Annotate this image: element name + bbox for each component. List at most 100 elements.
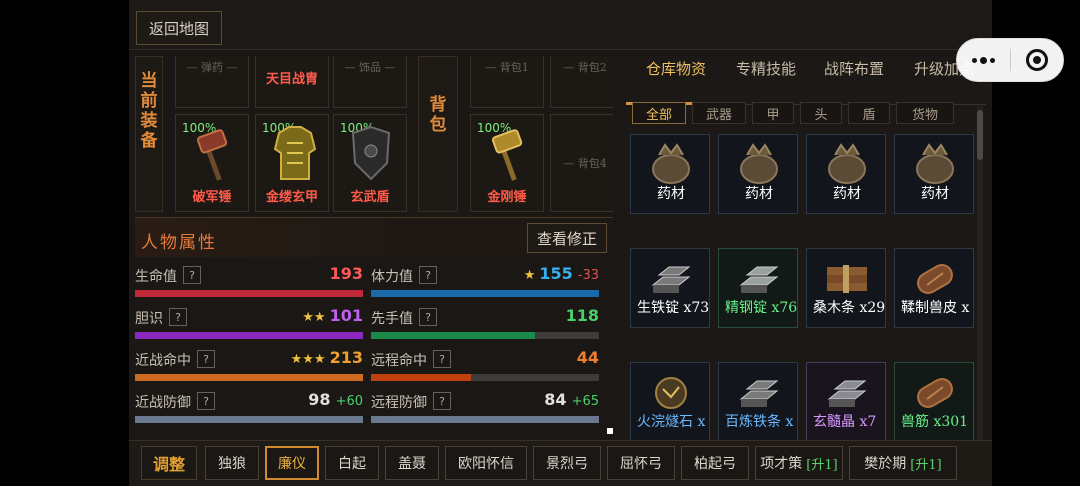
herb-bag-icon	[740, 143, 778, 184]
inventory-item-name: 鞣制兽皮 x	[901, 300, 970, 316]
stat-label: 体力值	[371, 269, 413, 285]
stat-number: 44	[576, 348, 599, 367]
inventory-item[interactable]: 生铁锭 x73	[630, 248, 710, 328]
more-icon[interactable]	[957, 38, 1010, 82]
help-icon[interactable]: ?	[419, 266, 437, 284]
inventory-item[interactable]: 百炼铁条 x	[718, 362, 798, 440]
empty-slot-label: — 背包4	[563, 157, 607, 170]
general-button[interactable]: 屈怀弓	[607, 446, 675, 480]
equip-slot-shield[interactable]: 100% 玄武盾	[333, 114, 407, 212]
inventory-item[interactable]: 鞣制兽皮 x	[894, 248, 974, 328]
stat-bar-fill	[135, 290, 363, 297]
general-name: 盖聂	[398, 456, 426, 472]
hammer-icon	[491, 129, 523, 181]
inventory-item[interactable]: 药材	[630, 134, 710, 214]
stat-value: 98 +60	[308, 390, 363, 409]
stat-label: 近战命中	[135, 353, 191, 369]
general-button[interactable]: 白起	[325, 446, 379, 480]
general-button[interactable]: 樊於期 [升1]	[849, 446, 957, 480]
help-icon[interactable]: ?	[197, 392, 215, 410]
armor-icon	[273, 126, 317, 180]
inventory-item[interactable]: 药材	[806, 134, 886, 214]
iron-ingot-icon	[651, 266, 691, 293]
inventory-item-name: 药材	[657, 186, 685, 202]
wood-bundle-icon	[827, 265, 867, 293]
general-name: 廉仪	[278, 456, 306, 472]
help-icon[interactable]: ?	[433, 392, 451, 410]
stat-value: 84 +65	[544, 390, 599, 409]
general-button[interactable]: 欧阳怀信	[445, 446, 527, 480]
item-name: 金缕玄甲	[265, 190, 318, 205]
general-name: 屈怀弓	[620, 456, 662, 472]
adjust-button[interactable]: 调整	[141, 446, 197, 480]
stat-label: 胆识	[135, 311, 163, 327]
filter-weapon[interactable]: 武器	[692, 102, 746, 124]
inventory-item-name: 百炼铁条 x	[725, 414, 794, 430]
general-button[interactable]: 项才策 [升1]	[755, 446, 843, 480]
general-button[interactable]: 景烈弓	[533, 446, 601, 480]
back-to-map-button[interactable]: 返回地图	[136, 11, 222, 45]
scroll-indicator	[607, 428, 613, 434]
hammer-icon	[196, 129, 228, 181]
inventory-panel: 仓库物资 专精技能 战阵布置 升级加点 全部 武器 甲 头 盾 货物 药材 药材药…	[626, 54, 992, 440]
filter-body-armor[interactable]: 甲	[752, 102, 794, 124]
general-button[interactable]: 独狼	[205, 446, 259, 480]
star-rating: ★★	[302, 310, 326, 325]
stat-bar	[135, 374, 363, 381]
inventory-item-name: 桑木条 x29	[813, 300, 886, 316]
star-rating: ★★★	[290, 352, 326, 367]
inventory-item[interactable]: 药材	[894, 134, 974, 214]
equip-slot-accessory[interactable]: — 饰品 —	[333, 56, 407, 108]
tab-formation[interactable]: 战阵布置	[814, 58, 894, 104]
empty-slot-label: — 饰品 —	[344, 61, 396, 74]
scrollbar-thumb[interactable]	[977, 110, 983, 160]
general-button[interactable]: 盖聂	[385, 446, 439, 480]
view-modifiers-button[interactable]: 查看修正	[527, 223, 607, 253]
bag-slot-1[interactable]: — 背包1	[470, 56, 544, 108]
inventory-item[interactable]: 药材	[718, 134, 798, 214]
steel-ingot-icon	[739, 266, 779, 293]
inventory-item[interactable]: 精钢锭 x76	[718, 248, 798, 328]
general-button[interactable]: 廉仪	[265, 446, 319, 480]
general-button[interactable]: 柏起弓	[681, 446, 749, 480]
stat-number: 213	[329, 348, 363, 367]
help-icon[interactable]: ?	[197, 350, 215, 368]
stat-number: 98	[308, 390, 331, 409]
tab-skills[interactable]: 专精技能	[726, 58, 806, 104]
stat-modifier: +60	[335, 394, 363, 409]
filter-all[interactable]: 全部	[632, 102, 686, 124]
stat-label: 先手值	[371, 311, 413, 327]
herb-bag-icon	[652, 143, 690, 184]
stat-number: 84	[544, 390, 567, 409]
bag-slot-2[interactable]: — 背包2	[550, 56, 613, 108]
help-icon[interactable]: ?	[433, 350, 451, 368]
tab-warehouse[interactable]: 仓库物资	[636, 58, 716, 104]
equip-slot-weapon[interactable]: 100% 破军锤	[175, 114, 249, 212]
equip-slot-ammo[interactable]: — 弹药 —	[175, 56, 249, 108]
stat-value: ★★★ 213	[291, 348, 363, 367]
inventory-item[interactable]: 火浣燧石 x	[630, 362, 710, 440]
inventory-scrollbar[interactable]	[977, 106, 983, 444]
inventory-item[interactable]: 玄髓晶 x7	[806, 362, 886, 440]
filter-helmet[interactable]: 头	[800, 102, 842, 124]
stat-row: 生命值? 193	[135, 264, 363, 306]
filter-shield[interactable]: 盾	[848, 102, 890, 124]
general-name: 景烈弓	[546, 456, 588, 472]
equip-slot-armor[interactable]: 100% 金缕玄甲	[255, 114, 329, 212]
stat-number: 155	[539, 264, 573, 283]
stat-modifier: -33	[577, 268, 599, 283]
bag-slot-4[interactable]: — 背包4	[550, 114, 613, 212]
filter-goods[interactable]: 货物	[896, 102, 954, 124]
inventory-item[interactable]: 桑木条 x29	[806, 248, 886, 328]
close-miniprogram-icon[interactable]	[1011, 38, 1063, 82]
help-icon[interactable]: ?	[169, 308, 187, 326]
stat-row: 远程防御? 84 +65	[371, 390, 599, 432]
help-icon[interactable]: ?	[419, 308, 437, 326]
equip-slot-helmet[interactable]: 天目战胄	[255, 56, 329, 108]
equipment-label-column: 当前装备	[135, 56, 163, 212]
help-icon[interactable]: ?	[183, 266, 201, 284]
bag-slot-3[interactable]: 100% 金刚锤	[470, 114, 544, 212]
attributes-header: 人物属性 查看修正	[135, 217, 613, 257]
item-name: 破军锤	[192, 190, 232, 205]
inventory-item[interactable]: 兽筋 x301	[894, 362, 974, 440]
